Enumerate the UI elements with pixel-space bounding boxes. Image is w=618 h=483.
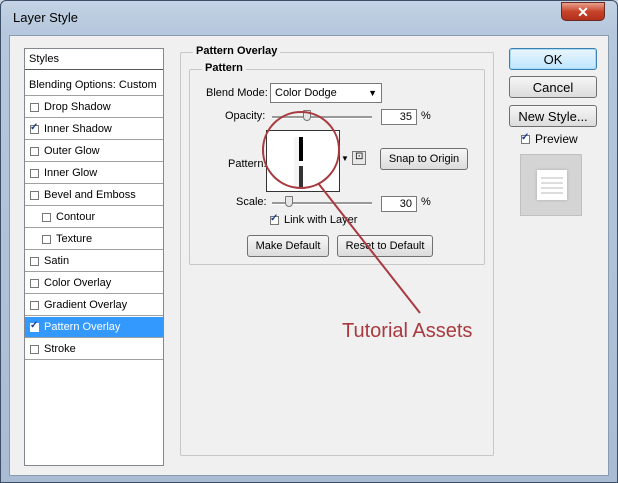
annotation-circle — [262, 111, 340, 189]
annotation-text: Tutorial Assets — [342, 320, 473, 342]
annotation-pointer — [317, 182, 421, 314]
annotation-overlay — [262, 111, 421, 314]
